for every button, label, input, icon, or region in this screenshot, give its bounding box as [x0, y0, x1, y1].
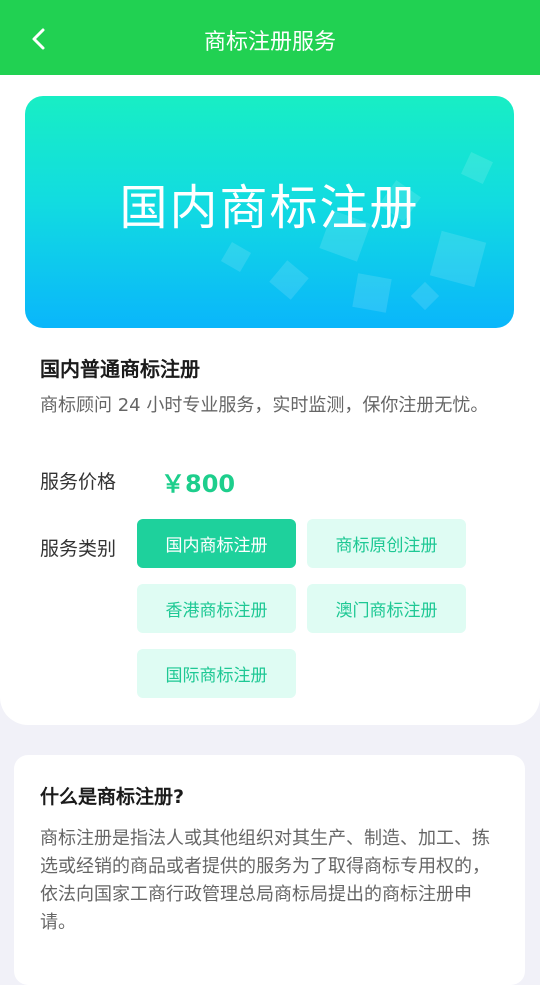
price-value: ￥800 — [161, 470, 236, 498]
info-title: 什么是商标注册? — [40, 786, 185, 808]
product-description: 商标顾问 24 小时专业服务，实时监测，保你注册无忧。 — [40, 395, 489, 416]
category-chip-macau[interactable]: 澳门商标注册 — [307, 584, 466, 633]
chip-label: 国际商标注册 — [165, 666, 268, 686]
category-chip-international[interactable]: 国际商标注册 — [137, 649, 296, 698]
chip-label: 商标原创注册 — [335, 536, 438, 556]
price-label: 服务价格 — [40, 471, 117, 493]
banner-title: 国内商标注册 — [119, 180, 420, 236]
category-chip-domestic[interactable]: 国内商标注册 — [137, 519, 296, 568]
service-banner: 国内商标注册 — [25, 96, 514, 328]
category-chip-hongkong[interactable]: 香港商标注册 — [137, 584, 296, 633]
service-card: 国内商标注册 国内普通商标注册 商标顾问 24 小时专业服务，实时监测，保你注册… — [0, 75, 540, 725]
chip-label: 澳门商标注册 — [335, 601, 438, 621]
page-title: 商标注册服务 — [203, 30, 336, 55]
chip-label: 国内商标注册 — [165, 536, 268, 556]
product-title: 国内普通商标注册 — [40, 357, 200, 381]
info-body: 商标注册是指法人或其他组织对其生产、制造、加工、拣选或经销的商品或者提供的服务为… — [40, 828, 490, 933]
chip-label: 香港商标注册 — [165, 601, 268, 621]
app-header: 商标注册服务 — [0, 0, 540, 75]
info-card: 什么是商标注册? 商标注册是指法人或其他组织对其生产、制造、加工、拣选或经销的商… — [14, 755, 525, 985]
category-chip-original[interactable]: 商标原创注册 — [307, 519, 466, 568]
category-label: 服务类别 — [40, 538, 117, 560]
